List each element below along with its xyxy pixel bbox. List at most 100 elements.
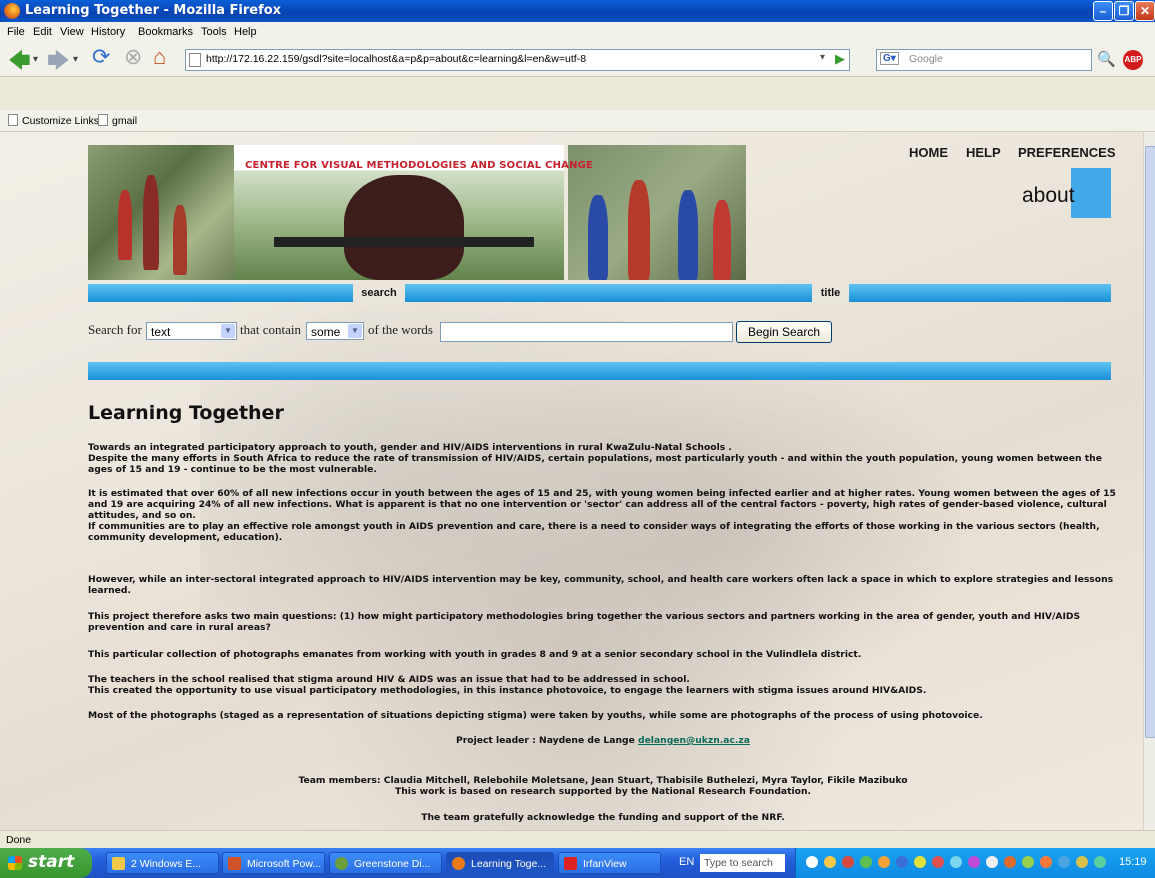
project-leader: Project leader : Naydene de Lange delang… bbox=[88, 735, 1118, 746]
banner-photo-figurines-left bbox=[88, 145, 234, 280]
research-note: This work is based on research supported… bbox=[395, 786, 811, 797]
nav-home-link[interactable]: HOME bbox=[909, 145, 948, 160]
divider-bar bbox=[88, 362, 1111, 380]
menu-bookmarks[interactable]: Bookmarks bbox=[138, 26, 193, 38]
adblock-icon[interactable]: ABP bbox=[1123, 50, 1143, 70]
search-magnifier-icon[interactable]: 🔍 bbox=[1097, 50, 1116, 68]
acknowledgement: The team gratefully acknowledge the fund… bbox=[421, 812, 785, 823]
tray-icon[interactable] bbox=[806, 856, 818, 868]
tray-icon[interactable] bbox=[842, 856, 854, 868]
search-field-select[interactable]: text ▼ bbox=[146, 322, 237, 340]
menu-tools[interactable]: Tools bbox=[201, 26, 227, 38]
paragraph-3: However, while an inter-sectoral integra… bbox=[88, 574, 1114, 596]
task-powerpoint[interactable]: Microsoft Pow... bbox=[222, 852, 325, 874]
bookmarks-toolbar: Customize Links gmail bbox=[0, 110, 1155, 132]
tray-icon[interactable] bbox=[1094, 856, 1106, 868]
minimize-button[interactable]: – bbox=[1093, 1, 1113, 21]
start-button[interactable]: start bbox=[0, 848, 92, 878]
search-query-input[interactable] bbox=[440, 322, 733, 342]
windows-flag-icon bbox=[8, 856, 22, 870]
back-dropdown-icon[interactable]: ▾ bbox=[33, 54, 38, 65]
go-icon[interactable]: ▶ bbox=[835, 51, 845, 67]
home-icon[interactable]: ⌂ bbox=[153, 44, 166, 70]
menu-bar: File Edit View History Bookmarks Tools H… bbox=[0, 22, 1155, 42]
that-contain-label: that contain bbox=[240, 322, 302, 337]
language-indicator[interactable]: EN bbox=[679, 856, 694, 868]
chevron-down-icon: ▼ bbox=[221, 324, 235, 338]
url-text: http://172.16.22.159/gsdl?site=localhost… bbox=[206, 53, 587, 65]
paragraph-1: Towards an integrated participatory appr… bbox=[88, 442, 1118, 475]
tray-icon[interactable] bbox=[1058, 856, 1070, 868]
status-bar: Done bbox=[0, 830, 1155, 849]
menu-file[interactable]: File bbox=[7, 26, 25, 38]
url-dropdown-icon[interactable]: ▾ bbox=[820, 52, 825, 63]
taskbar-search-input[interactable]: Type to search bbox=[700, 854, 785, 872]
quantifier-select[interactable]: some ▼ bbox=[306, 322, 364, 340]
forward-dropdown-icon[interactable]: ▾ bbox=[73, 54, 78, 65]
menu-edit[interactable]: Edit bbox=[33, 26, 52, 38]
tray-icon[interactable] bbox=[1076, 856, 1088, 868]
about-highlight bbox=[1071, 168, 1111, 218]
task-irfanview[interactable]: IrfanView bbox=[558, 852, 661, 874]
stop-icon[interactable]: ⊗ bbox=[124, 44, 142, 70]
nav-help-link[interactable]: HELP bbox=[966, 145, 1001, 160]
system-tray: 15:19 bbox=[795, 848, 1155, 878]
powerpoint-icon bbox=[228, 857, 241, 870]
forward-arrow-icon[interactable]: 🡆 bbox=[47, 44, 70, 82]
paragraph-line: If communities are to play an effective … bbox=[88, 521, 1100, 543]
banner-photo-figurines-right bbox=[568, 145, 746, 280]
paragraph-line: Despite the many efforts in South Africa… bbox=[88, 453, 1102, 475]
task-label: 2 Windows E... bbox=[131, 858, 202, 870]
clock[interactable]: 15:19 bbox=[1119, 856, 1147, 868]
tray-icon[interactable] bbox=[860, 856, 872, 868]
window-title-bar[interactable]: Learning Together - Mozilla Firefox – ❐ … bbox=[0, 0, 1155, 22]
nav-preferences-link[interactable]: PREFERENCES bbox=[1018, 145, 1116, 160]
google-icon[interactable]: G▾ bbox=[880, 52, 899, 65]
tab-title[interactable]: title bbox=[812, 284, 849, 302]
tray-icon[interactable] bbox=[932, 856, 944, 868]
page-icon bbox=[8, 114, 18, 126]
task-learning-together[interactable]: Learning Toge... bbox=[446, 852, 554, 874]
navigation-bar bbox=[88, 284, 1111, 302]
navigation-toolbar: 🡄 ▾ 🡆 ▾ ⟳ ⊗ ⌂ http://172.16.22.159/gsdl?… bbox=[0, 42, 1155, 77]
task-greenstone[interactable]: Greenstone Di... bbox=[329, 852, 442, 874]
paragraph-2: It is estimated that over 60% of all new… bbox=[88, 488, 1118, 543]
maximize-button[interactable]: ❐ bbox=[1114, 1, 1134, 21]
tray-icon[interactable] bbox=[986, 856, 998, 868]
leader-email-link[interactable]: delangen@ukzn.ac.za bbox=[638, 735, 750, 746]
bookmark-label: Customize Links bbox=[22, 115, 100, 127]
tray-icon[interactable] bbox=[968, 856, 980, 868]
url-bar[interactable]: http://172.16.22.159/gsdl?site=localhost… bbox=[185, 49, 850, 71]
quantifier-value: some bbox=[311, 325, 341, 339]
paragraph-line: Towards an integrated participatory appr… bbox=[88, 442, 732, 453]
scrollbar-thumb[interactable] bbox=[1145, 146, 1155, 738]
task-windows-explorer[interactable]: 2 Windows E... bbox=[106, 852, 219, 874]
close-button[interactable]: ✕ bbox=[1135, 1, 1155, 21]
tab-search[interactable]: search bbox=[353, 284, 405, 302]
tray-icon[interactable] bbox=[950, 856, 962, 868]
tray-icon[interactable] bbox=[1040, 856, 1052, 868]
task-label: Microsoft Pow... bbox=[247, 858, 322, 870]
search-engine-box[interactable]: G▾ Google bbox=[876, 49, 1092, 71]
tray-icon[interactable] bbox=[914, 856, 926, 868]
reload-icon[interactable]: ⟳ bbox=[92, 44, 110, 70]
paragraph-line: This created the opportunity to use visu… bbox=[88, 685, 927, 696]
menu-view[interactable]: View bbox=[60, 26, 84, 38]
paragraph-5: This particular collection of photograph… bbox=[88, 649, 862, 660]
chevron-down-icon: ▼ bbox=[348, 324, 362, 338]
bookmark-gmail[interactable]: gmail bbox=[98, 114, 137, 127]
menu-help[interactable]: Help bbox=[234, 26, 257, 38]
bookmark-customize-links[interactable]: Customize Links bbox=[8, 114, 99, 127]
tray-icon[interactable] bbox=[1004, 856, 1016, 868]
start-label: start bbox=[28, 852, 75, 872]
tray-icon[interactable] bbox=[1022, 856, 1034, 868]
search-field-value: text bbox=[151, 325, 171, 339]
back-arrow-icon[interactable]: 🡄 bbox=[8, 44, 31, 82]
vertical-scrollbar[interactable] bbox=[1143, 132, 1155, 830]
bookmark-label: gmail bbox=[112, 115, 138, 127]
tray-icon[interactable] bbox=[878, 856, 890, 868]
tray-icon[interactable] bbox=[824, 856, 836, 868]
tray-icon[interactable] bbox=[896, 856, 908, 868]
menu-history[interactable]: History bbox=[91, 26, 125, 38]
begin-search-button[interactable]: Begin Search bbox=[736, 321, 832, 343]
